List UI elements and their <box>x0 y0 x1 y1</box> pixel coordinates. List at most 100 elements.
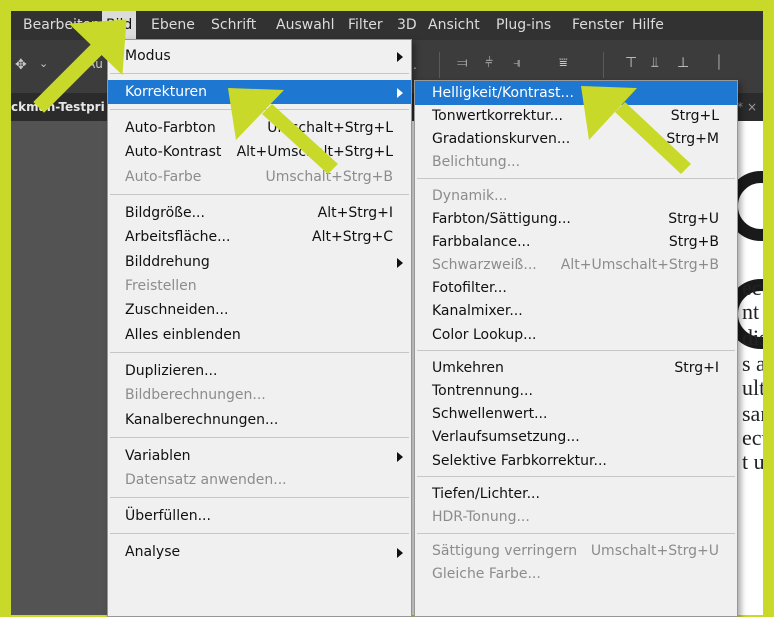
menu-item-shortcut: Alt+Umschalt+Strg+B <box>560 257 719 274</box>
menu-item-label: Gleiche Farbe... <box>432 565 541 582</box>
menu-item-zuschneiden[interactable]: Zuschneiden... <box>108 298 411 322</box>
options-dot: . <box>413 58 417 72</box>
menubar-item-bild[interactable]: Bild <box>102 11 137 40</box>
document-text-line: t u <box>742 449 763 474</box>
menu-item-gleiche-farbe: Gleiche Farbe... <box>415 562 737 586</box>
menubar-item-ansicht[interactable]: Ansicht <box>424 11 484 40</box>
menu-item-gradationskurven[interactable]: Gradationskurven... Strg+M <box>415 127 737 151</box>
menubar-item-plug-ins[interactable]: Plug-ins <box>492 11 555 40</box>
menu-item-verlaufsumsetzung[interactable]: Verlaufsumsetzung... <box>415 425 737 449</box>
submenu-arrow-icon <box>397 52 403 62</box>
options-divider <box>603 52 604 78</box>
menu-item-alles-einblenden[interactable]: Alles einblenden <box>108 323 411 347</box>
menubar-item-fenster[interactable]: Fenster <box>568 11 628 40</box>
menu-item-label: Kanalmixer... <box>432 303 523 320</box>
menu-item-label: Belichtung... <box>432 154 521 171</box>
menu-item-label: Verlaufsumsetzung... <box>432 429 580 446</box>
distribute-icon[interactable]: ⩸ <box>559 55 568 71</box>
menu-item-helligkeit-kontrast[interactable]: Helligkeit/Kontrast... <box>415 81 737 105</box>
menu-item-label: Selektive Farbkorrektur... <box>432 452 607 469</box>
document-text-line: ultr <box>742 375 763 400</box>
menu-item-korrekturen[interactable]: Korrekturen <box>108 80 411 104</box>
chevron-down-icon[interactable]: ⌄ <box>39 57 48 70</box>
menu-item-label: Zuschneiden... <box>125 302 229 319</box>
menu-item-tonwertkorrektur[interactable]: Tonwertkorrektur... Strg+L <box>415 104 737 128</box>
menu-item-duplizieren[interactable]: Duplizieren... <box>108 359 411 383</box>
menu-item-kanalmixer[interactable]: Kanalmixer... <box>415 299 737 323</box>
menu-item-label: Color Lookup... <box>432 326 537 343</box>
menu-item-shortcut: Umschalt+Strg+U <box>590 542 719 559</box>
submenu-arrow-icon <box>397 548 403 558</box>
menu-item-arbeitsfläche[interactable]: Arbeitsfläche... Alt+Strg+C <box>108 225 411 249</box>
menu-item-farbbalance[interactable]: Farbbalance... Strg+B <box>415 230 737 254</box>
menubar-item-filter[interactable]: Filter <box>344 11 387 40</box>
menu-item-farbton-sättigung[interactable]: Farbton/Sättigung... Strg+U <box>415 207 737 231</box>
align-bottom-icon[interactable]: ⊥ <box>677 55 689 71</box>
menu-item-auto-kontrast[interactable]: Auto-Kontrast Alt+Umschalt+Strg+L <box>108 140 411 164</box>
menu-item-label: Variablen <box>125 447 191 464</box>
menubar-item-schrift[interactable]: Schrift <box>207 11 260 40</box>
distribute-vertical-icon[interactable]: ⏐ <box>715 55 723 71</box>
menu-item-analyse[interactable]: Analyse <box>108 540 411 564</box>
menu-item-bilddrehung[interactable]: Bilddrehung <box>108 250 411 274</box>
menu-item-label: Duplizieren... <box>125 362 218 379</box>
menu-item-shortcut: Strg+M <box>666 131 719 148</box>
menu-item-label: Bilddrehung <box>125 253 210 270</box>
menu-item-kanalberechnungen[interactable]: Kanalberechnungen... <box>108 408 411 432</box>
menu-item-schwarzweiß: Schwarzweiß... Alt+Umschalt+Strg+B <box>415 253 737 277</box>
menu-separator <box>110 436 409 438</box>
menu-item-label: Fotofilter... <box>432 280 507 297</box>
document-text-line: nt u <box>742 299 763 324</box>
align-right-icon[interactable]: ⫣ <box>513 55 521 71</box>
menubar-item-hilfe[interactable]: Hilfe <box>628 11 668 40</box>
menu-item-shortcut: Alt+Umschalt+Strg+L <box>236 144 393 161</box>
menu-item-fotofilter[interactable]: Fotofilter... <box>415 276 737 300</box>
menu-item-label: Gradationskurven... <box>432 131 571 148</box>
align-top-icon[interactable]: ⊤ <box>625 55 637 71</box>
menu-item-shortcut: Strg+L <box>670 108 719 125</box>
menu-item-schwellenwert[interactable]: Schwellenwert... <box>415 402 737 426</box>
menubar-item-ebene[interactable]: Ebene <box>147 11 199 40</box>
menu-separator <box>110 109 409 111</box>
menu-separator <box>417 177 735 179</box>
tab-close-icon[interactable]: * × <box>737 93 757 121</box>
menu-item-bildgröße[interactable]: Bildgröße... Alt+Strg+I <box>108 201 411 225</box>
menu-item-dynamik: Dynamik... <box>415 184 737 208</box>
menu-item-label: Arbeitsfläche... <box>125 229 231 246</box>
align-center-icon[interactable]: ⫩ <box>485 55 493 71</box>
korrekturen-submenu: Helligkeit/Kontrast... Tonwertkorrektur..… <box>414 80 738 617</box>
menu-separator <box>110 497 409 499</box>
menu-item-selektive-farbkorrektur[interactable]: Selektive Farbkorrektur... <box>415 449 737 473</box>
menu-item-umkehren[interactable]: Umkehren Strg+I <box>415 356 737 380</box>
align-middle-icon[interactable]: ⫫ <box>651 55 659 71</box>
move-tool-icon[interactable]: ✥ <box>15 57 27 73</box>
menu-item-variablen[interactable]: Variablen <box>108 444 411 468</box>
menubar-item-bearbeiten[interactable]: Bearbeiten <box>19 11 104 40</box>
menu-item-modus[interactable]: Modus <box>108 44 411 68</box>
menu-item-tontrennung[interactable]: Tontrennung... <box>415 379 737 403</box>
menu-item-color-lookup[interactable]: Color Lookup... <box>415 323 737 347</box>
menu-separator <box>110 533 409 535</box>
menu-item-überfüllen[interactable]: Überfüllen... <box>108 504 411 528</box>
menu-item-label: Überfüllen... <box>125 508 211 524</box>
menu-item-shortcut: Alt+Strg+C <box>312 229 393 246</box>
menu-item-tiefen-lichter[interactable]: Tiefen/Lichter... <box>415 482 737 506</box>
menubar-item-3d[interactable]: 3D <box>393 11 421 40</box>
auto-select-label[interactable]: Au <box>87 57 103 71</box>
menu-item-auto-farbton[interactable]: Auto-Farbton Umschalt+Strg+L <box>108 116 411 140</box>
menu-item-shortcut: Strg+B <box>668 234 719 251</box>
menu-item-datensatz-anwenden: Datensatz anwenden... <box>108 468 411 492</box>
menu-item-label: Auto-Kontrast <box>125 144 222 161</box>
menubar-item-auswahl[interactable]: Auswahl <box>272 11 339 40</box>
menu-separator <box>110 73 409 75</box>
document-text-line: dis <box>742 325 763 350</box>
menu-separator <box>110 352 409 353</box>
menu-item-label: Datensatz anwenden... <box>125 472 287 488</box>
document-text-line: ect <box>742 425 763 450</box>
menu-item-label: Alles einblenden <box>125 326 241 343</box>
menu-separator <box>417 475 735 477</box>
menu-item-shortcut: Umschalt+Strg+B <box>265 168 393 185</box>
document-tab[interactable]: ckman-Testpri <box>11 93 105 121</box>
align-left-icon[interactable]: ⫤ <box>457 55 468 71</box>
menu-item-label: Tiefen/Lichter... <box>432 486 540 503</box>
